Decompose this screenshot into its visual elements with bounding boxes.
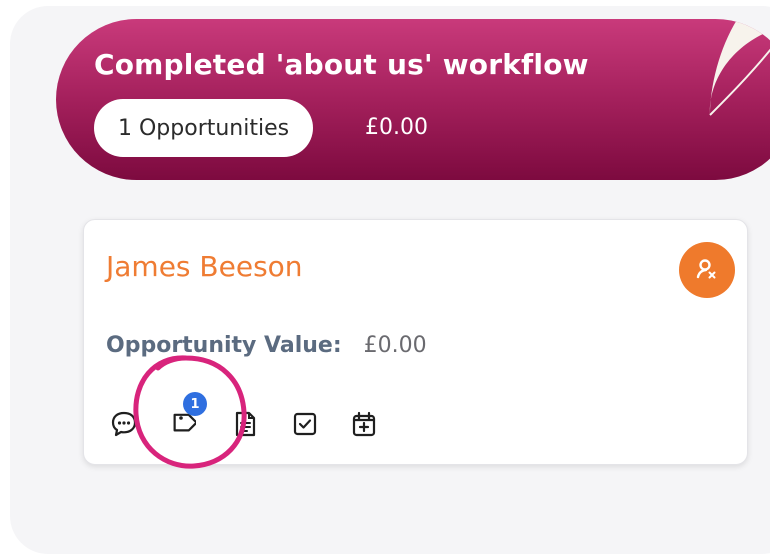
calendar-add-icon [352,411,376,437]
opportunity-card[interactable]: James Beeson Opportunity Value: £0.00 1 [83,219,748,465]
notes-button[interactable] [227,406,263,442]
task-checkbox-icon [293,412,317,436]
opportunity-value-row: Opportunity Value: £0.00 [106,333,427,358]
tags-button[interactable]: 1 [163,392,207,442]
opportunities-count-label: 1 Opportunities [118,115,290,141]
stage-header: Completed 'about us' workflow 1 Opportun… [56,19,770,180]
appointment-button[interactable] [346,406,382,442]
user-unassigned-icon [696,259,716,279]
conversation-button[interactable] [106,406,142,442]
tag-count-badge: 1 [183,392,207,416]
collapse-handle-icon[interactable] [700,19,770,135]
assign-user-button[interactable] [679,242,735,298]
opportunity-value-amount: £0.00 [363,333,427,358]
chat-icon [111,411,137,437]
stage-title: Completed 'about us' workflow [94,48,589,81]
opportunities-count-pill: 1 Opportunities [94,99,314,157]
contact-name[interactable]: James Beeson [106,250,303,283]
opportunity-value-label: Opportunity Value: [106,333,342,358]
stage-total-value: £0.00 [365,115,428,140]
tasks-button[interactable] [287,406,323,442]
notes-icon [235,411,256,437]
